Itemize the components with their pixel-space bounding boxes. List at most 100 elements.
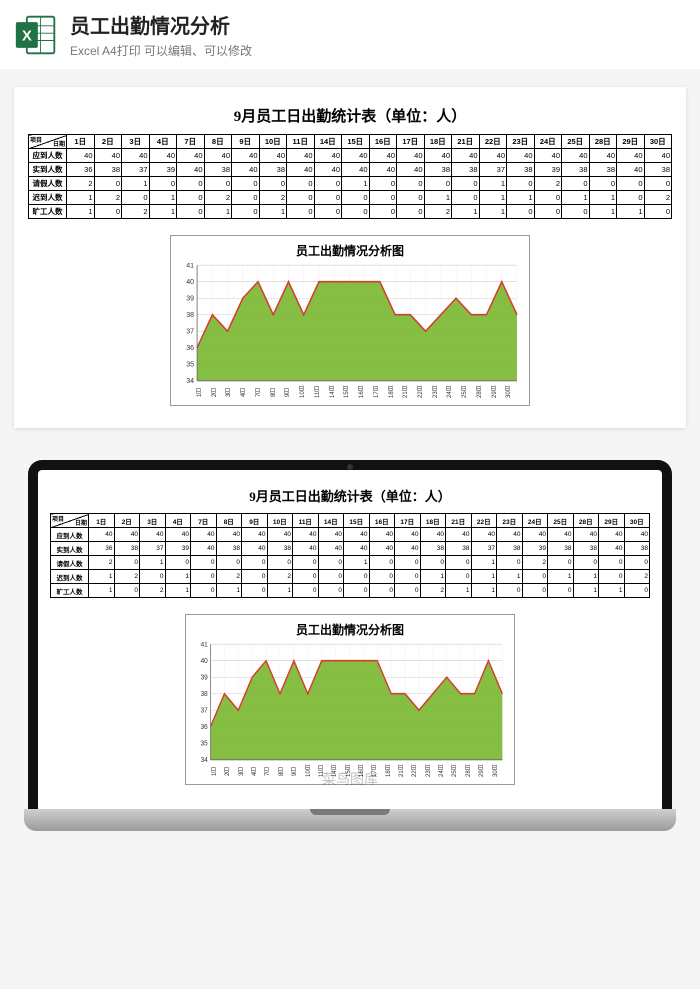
day-header: 23日 xyxy=(497,514,523,528)
table-cell: 40 xyxy=(287,163,315,177)
day-header: 8日 xyxy=(204,135,232,149)
table-cell: 0 xyxy=(369,584,395,598)
table-cell: 40 xyxy=(287,149,315,163)
page-title: 员工出勤情况分析 xyxy=(70,10,252,39)
row-label: 实到人数 xyxy=(29,163,67,177)
table-cell: 40 xyxy=(644,149,672,163)
day-header: 18日 xyxy=(420,514,446,528)
diag-header: 项目日期 xyxy=(51,514,89,528)
table-cell: 0 xyxy=(395,556,421,570)
table-cell: 40 xyxy=(507,149,535,163)
table-cell: 0 xyxy=(344,584,370,598)
chart-x-tick: 1日 xyxy=(212,762,225,780)
table-cell: 0 xyxy=(562,177,590,191)
laptop-base xyxy=(24,809,676,831)
table-cell: 0 xyxy=(259,177,287,191)
chart-x-tick: 1日 xyxy=(197,383,212,401)
diag-header: 项目日期 xyxy=(29,135,67,149)
row-label: 实到人数 xyxy=(51,542,89,556)
table-cell: 2 xyxy=(624,570,650,584)
chart-x-tick: 3日 xyxy=(226,383,241,401)
table-cell: 0 xyxy=(522,584,548,598)
table-cell: 40 xyxy=(479,149,507,163)
table-cell: 0 xyxy=(589,177,617,191)
row-label: 请假人数 xyxy=(29,177,67,191)
table-cell: 2 xyxy=(644,191,672,205)
table-cell: 0 xyxy=(287,191,315,205)
table-cell: 1 xyxy=(562,191,590,205)
table-cell: 0 xyxy=(177,205,205,219)
svg-text:38: 38 xyxy=(201,691,208,699)
day-header: 1日 xyxy=(67,135,95,149)
document-title: 9月员工日出勤统计表（单位：人） xyxy=(50,486,650,505)
table-cell: 40 xyxy=(624,528,650,542)
table-cell: 1 xyxy=(479,177,507,191)
table-cell: 0 xyxy=(369,205,397,219)
table-cell: 0 xyxy=(452,177,480,191)
table-cell: 0 xyxy=(624,584,650,598)
table-cell: 40 xyxy=(548,528,574,542)
table-cell: 0 xyxy=(342,191,370,205)
table-cell: 0 xyxy=(562,205,590,219)
table-cell: 0 xyxy=(122,191,150,205)
table-cell: 0 xyxy=(397,191,425,205)
day-header: 30日 xyxy=(624,514,650,528)
table-cell: 1 xyxy=(507,191,535,205)
table-cell: 0 xyxy=(94,177,122,191)
table-cell: 0 xyxy=(314,191,342,205)
day-header: 4日 xyxy=(165,514,191,528)
table-cell: 40 xyxy=(534,149,562,163)
day-header: 8日 xyxy=(216,514,242,528)
chart-x-tick: 28日 xyxy=(466,762,479,780)
svg-text:37: 37 xyxy=(201,707,208,715)
chart-x-labels: 1日2日3日4日7日8日9日10日11日14日15日16日17日18日21日22… xyxy=(197,383,521,401)
table-cell: 40 xyxy=(242,528,268,542)
day-header: 15日 xyxy=(344,514,370,528)
table-cell: 0 xyxy=(573,556,599,570)
table-cell: 1 xyxy=(471,570,497,584)
table-cell: 40 xyxy=(446,528,472,542)
table-cell: 1 xyxy=(89,584,115,598)
table-cell: 0 xyxy=(149,177,177,191)
chart-x-tick: 4日 xyxy=(241,383,256,401)
chart-x-tick: 7日 xyxy=(265,762,278,780)
chart-plot: 3435363738394041 xyxy=(179,263,521,383)
table-cell: 0 xyxy=(204,177,232,191)
svg-text:35: 35 xyxy=(186,359,194,368)
table-cell: 37 xyxy=(471,542,497,556)
chart-x-tick: 16日 xyxy=(359,762,372,780)
day-header: 14日 xyxy=(314,135,342,149)
day-header: 23日 xyxy=(507,135,535,149)
chart-x-tick: 28日 xyxy=(477,383,492,401)
day-header: 10日 xyxy=(259,135,287,149)
table-cell: 1 xyxy=(424,191,452,205)
table-cell: 0 xyxy=(114,584,140,598)
table-cell: 40 xyxy=(344,542,370,556)
day-header: 9日 xyxy=(232,135,260,149)
table-cell: 1 xyxy=(548,570,574,584)
table-cell: 1 xyxy=(216,584,242,598)
day-header: 21日 xyxy=(452,135,480,149)
day-header: 17日 xyxy=(395,514,421,528)
camera-icon xyxy=(347,464,353,470)
table-cell: 0 xyxy=(140,570,166,584)
svg-text:38: 38 xyxy=(186,310,194,319)
day-header: 11日 xyxy=(293,514,319,528)
chart-x-tick: 18日 xyxy=(386,762,399,780)
chart-x-tick: 25日 xyxy=(452,762,465,780)
chart-x-tick: 25日 xyxy=(462,383,477,401)
table-cell: 40 xyxy=(149,149,177,163)
day-header: 9日 xyxy=(242,514,268,528)
table-cell: 0 xyxy=(314,177,342,191)
chart-x-tick: 30日 xyxy=(506,383,521,401)
table-cell: 1 xyxy=(452,205,480,219)
svg-text:35: 35 xyxy=(201,740,208,748)
table-cell: 40 xyxy=(318,528,344,542)
table-cell: 40 xyxy=(573,528,599,542)
table-cell: 1 xyxy=(344,556,370,570)
table-cell: 0 xyxy=(617,191,645,205)
table-cell: 0 xyxy=(369,177,397,191)
chart-x-tick: 15日 xyxy=(346,762,359,780)
attendance-table: 项目日期1日2日3日4日7日8日9日10日11日14日15日16日17日18日2… xyxy=(28,134,672,219)
chart-x-tick: 2日 xyxy=(212,383,227,401)
